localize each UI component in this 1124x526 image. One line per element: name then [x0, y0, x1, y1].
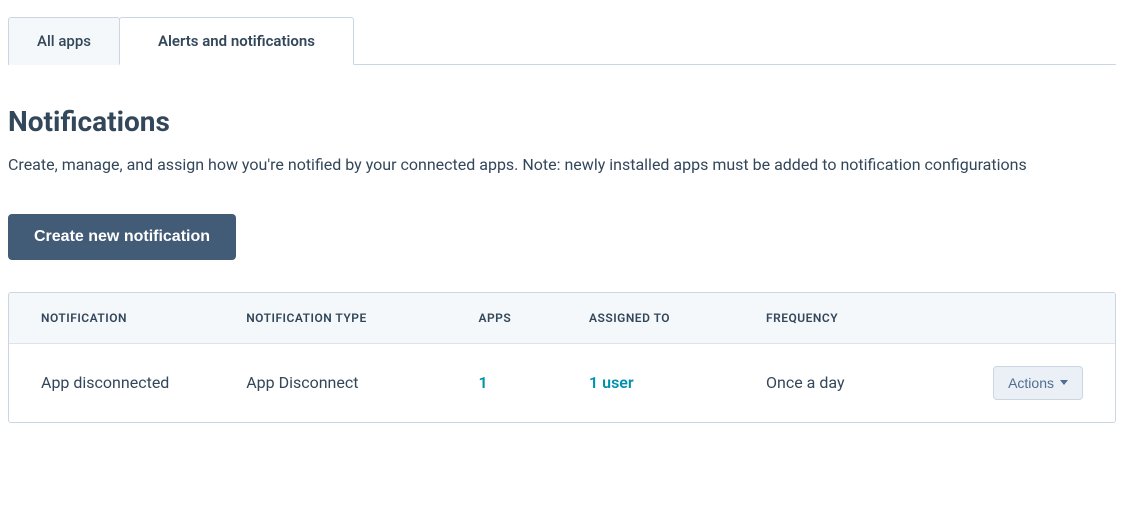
cell-frequency: Once a day	[750, 343, 938, 422]
table-row: App disconnected App Disconnect 1 1 user…	[9, 343, 1115, 422]
header-apps: APPS	[462, 293, 573, 344]
cell-assigned-link[interactable]: 1 user	[573, 343, 750, 422]
tab-all-apps[interactable]: All apps	[8, 17, 120, 65]
actions-button-label: Actions	[1008, 375, 1054, 391]
content-area: Notifications Create, manage, and assign…	[0, 65, 1124, 423]
cell-notification-type: App Disconnect	[230, 343, 462, 422]
notifications-table: NOTIFICATION NOTIFICATION TYPE APPS ASSI…	[9, 293, 1115, 422]
actions-dropdown-button[interactable]: Actions	[993, 366, 1083, 400]
cell-apps-link[interactable]: 1	[462, 343, 573, 422]
header-notification-type: NOTIFICATION TYPE	[230, 293, 462, 344]
create-notification-button[interactable]: Create new notification	[8, 214, 236, 260]
header-assigned-to: ASSIGNED TO	[573, 293, 750, 344]
notifications-table-wrapper: NOTIFICATION NOTIFICATION TYPE APPS ASSI…	[8, 292, 1116, 423]
header-frequency: FREQUENCY	[750, 293, 938, 344]
header-actions	[938, 293, 1115, 344]
caret-down-icon	[1060, 380, 1068, 385]
cell-notification: App disconnected	[9, 343, 230, 422]
cell-actions: Actions	[938, 343, 1115, 422]
table-header-row: NOTIFICATION NOTIFICATION TYPE APPS ASSI…	[9, 293, 1115, 344]
page-description: Create, manage, and assign how you're no…	[8, 152, 1048, 178]
header-notification: NOTIFICATION	[9, 293, 230, 344]
page-title: Notifications	[8, 105, 1116, 138]
tabs-nav: All apps Alerts and notifications	[8, 16, 1116, 65]
tab-alerts-notifications[interactable]: Alerts and notifications	[119, 17, 354, 65]
